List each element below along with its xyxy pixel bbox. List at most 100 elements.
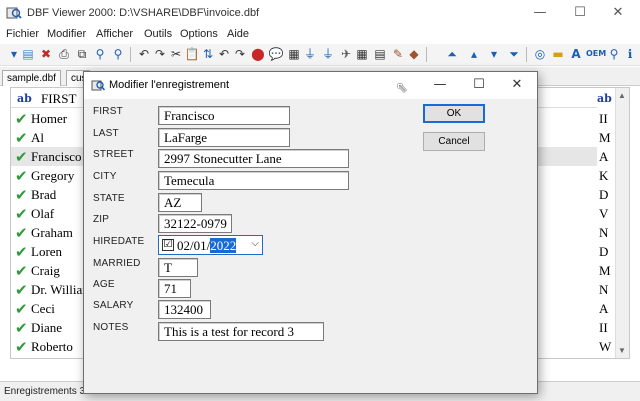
close-icon[interactable]: ✕ xyxy=(502,75,532,95)
minimize-icon[interactable]: — xyxy=(425,75,455,95)
street-field[interactable]: 2997 Stonecutter Lane xyxy=(158,149,349,168)
redo-icon[interactable]: ↷ xyxy=(232,46,248,62)
maximize-icon[interactable]: ☐ xyxy=(464,75,494,95)
zoom-icon[interactable]: ⚲ xyxy=(110,46,126,62)
app-icon xyxy=(91,80,105,91)
chevron-down-icon[interactable]: ⌵ xyxy=(251,238,259,249)
brush-icon[interactable]: ✎ xyxy=(390,46,406,62)
menu-modifier[interactable]: Modifier xyxy=(47,28,86,40)
cancel-button[interactable]: Cancel xyxy=(423,132,485,151)
note-icon[interactable]: ▬ xyxy=(550,46,566,62)
label-last: LAST xyxy=(93,128,119,139)
menu-aide[interactable]: Aide xyxy=(227,28,249,40)
check-icon: ✔ xyxy=(15,129,28,147)
filter-icon[interactable]: ⏚ xyxy=(302,46,318,62)
close-icon[interactable]: ✕ xyxy=(602,3,634,23)
label-street: STREET xyxy=(93,149,134,160)
info-icon[interactable]: ℹ xyxy=(622,46,638,62)
hiredate-checkbox[interactable]: ☑ xyxy=(162,239,174,251)
table-icon[interactable]: ▦ xyxy=(354,46,370,62)
scroll-down-icon[interactable]: ▼ xyxy=(618,346,626,355)
maximize-icon[interactable]: ☐ xyxy=(564,3,596,23)
married-value: T xyxy=(164,260,172,275)
prev-record-icon[interactable]: ▴ xyxy=(466,46,482,62)
label-city: CITY xyxy=(93,171,117,182)
cell-right: D xyxy=(599,187,609,202)
column-header-first[interactable]: FIRST xyxy=(41,91,76,107)
ok-button[interactable]: OK xyxy=(423,104,485,123)
toolbar-separator xyxy=(130,47,131,62)
next-record-icon[interactable]: ▾ xyxy=(486,46,502,62)
vertical-scrollbar[interactable]: ▲ ▼ xyxy=(615,88,629,358)
city-value: Temecula xyxy=(164,173,215,188)
window-titlebar: DBF Viewer 2000: D:\VSHARE\DBF\invoice.d… xyxy=(0,0,640,27)
cell-first: Roberto xyxy=(31,339,73,354)
notes-field[interactable]: This is a test for record 3 xyxy=(158,322,324,341)
cell-right: II xyxy=(599,111,608,126)
undo-icon[interactable]: ↶ xyxy=(136,46,152,62)
tab-sample-dbf[interactable]: sample.dbf xyxy=(2,70,61,86)
hiredate-day-month: 02/01/ xyxy=(177,238,211,253)
check-icon: ✔ xyxy=(15,281,28,299)
help-icon[interactable]: ⚲ xyxy=(606,46,622,62)
cell-first: Gregory xyxy=(31,168,75,183)
cell-right: A xyxy=(599,149,609,164)
last-value: LaFarge xyxy=(164,130,208,145)
chat-icon[interactable]: 💬 xyxy=(268,46,284,62)
minimize-icon[interactable]: — xyxy=(524,3,556,23)
find-icon[interactable]: ⬤ xyxy=(250,46,266,62)
city-field[interactable]: Temecula xyxy=(158,171,349,190)
first-record-icon[interactable]: ⏶ xyxy=(444,46,460,62)
redo-icon[interactable]: ↷ xyxy=(152,46,168,62)
edit-record-dialog: Modifier l'enregistrement — ☐ ✕ FIRST LA… xyxy=(83,71,538,394)
state-value: AZ xyxy=(164,195,182,210)
hiredate-value: 02/01/2022 xyxy=(177,238,237,254)
print-icon[interactable]: ⎙ xyxy=(56,46,72,62)
oem-icon[interactable]: OEM xyxy=(586,46,606,62)
hiredate-picker[interactable]: ☑ 02/01/2022 ⌵ xyxy=(158,235,263,255)
cell-right: K xyxy=(599,168,609,183)
cell-right: M xyxy=(599,130,611,145)
salary-value: 132400 xyxy=(164,302,203,317)
eraser-icon[interactable]: ◆ xyxy=(406,46,422,62)
menu-outils[interactable]: Outils xyxy=(144,28,172,40)
menu-afficher[interactable]: Afficher xyxy=(96,28,133,40)
label-hiredate: HIREDATE xyxy=(93,236,145,247)
check-icon: ✔ xyxy=(15,186,28,204)
cell-right: M xyxy=(599,263,611,278)
last-field[interactable]: LaFarge xyxy=(158,128,290,147)
menu-fichier[interactable]: Fichier xyxy=(6,28,39,40)
salary-field[interactable]: 132400 xyxy=(158,300,211,319)
search-icon[interactable]: ⚲ xyxy=(92,46,108,62)
label-married: MARRIED xyxy=(93,258,141,269)
undo-icon[interactable]: ↶ xyxy=(216,46,232,62)
new-file-icon[interactable]: ▤ xyxy=(20,46,36,62)
first-field[interactable]: Francisco xyxy=(158,106,290,125)
state-field[interactable]: AZ xyxy=(158,193,202,212)
dialog-titlebar: Modifier l'enregistrement — ☐ ✕ xyxy=(84,72,537,99)
cell-first: Al xyxy=(31,130,44,145)
label-state: STATE xyxy=(93,193,125,204)
filter-icon[interactable]: ⏚ xyxy=(320,46,336,62)
paste-icon[interactable]: 📋 xyxy=(184,46,200,62)
street-value: 2997 Stonecutter Lane xyxy=(164,151,282,166)
menu-options[interactable]: Options xyxy=(180,28,218,40)
age-field[interactable]: 71 xyxy=(158,279,191,298)
cut-icon[interactable]: ✂ xyxy=(168,46,184,62)
copy-icon[interactable]: ⧉ xyxy=(74,46,90,62)
font-icon[interactable]: A xyxy=(568,46,584,62)
cell-first: Olaf xyxy=(31,206,55,221)
sort-icon[interactable]: ⇅ xyxy=(200,46,216,62)
last-record-icon[interactable]: ⏷ xyxy=(506,46,522,62)
label-notes: NOTES xyxy=(93,322,129,333)
zip-field[interactable]: 32122-0979 xyxy=(158,214,232,233)
grid-icon[interactable]: ▤ xyxy=(372,46,388,62)
delete-icon[interactable]: ✖ xyxy=(38,46,54,62)
married-field[interactable]: T xyxy=(158,258,198,277)
pin-icon[interactable]: ✈ xyxy=(338,46,354,62)
globe-icon[interactable]: ◎ xyxy=(532,46,548,62)
bookmark-icon[interactable]: ▦ xyxy=(286,46,302,62)
cell-first: Graham xyxy=(31,225,73,240)
scroll-up-icon[interactable]: ▲ xyxy=(618,91,626,100)
first-value: Francisco xyxy=(164,108,215,123)
